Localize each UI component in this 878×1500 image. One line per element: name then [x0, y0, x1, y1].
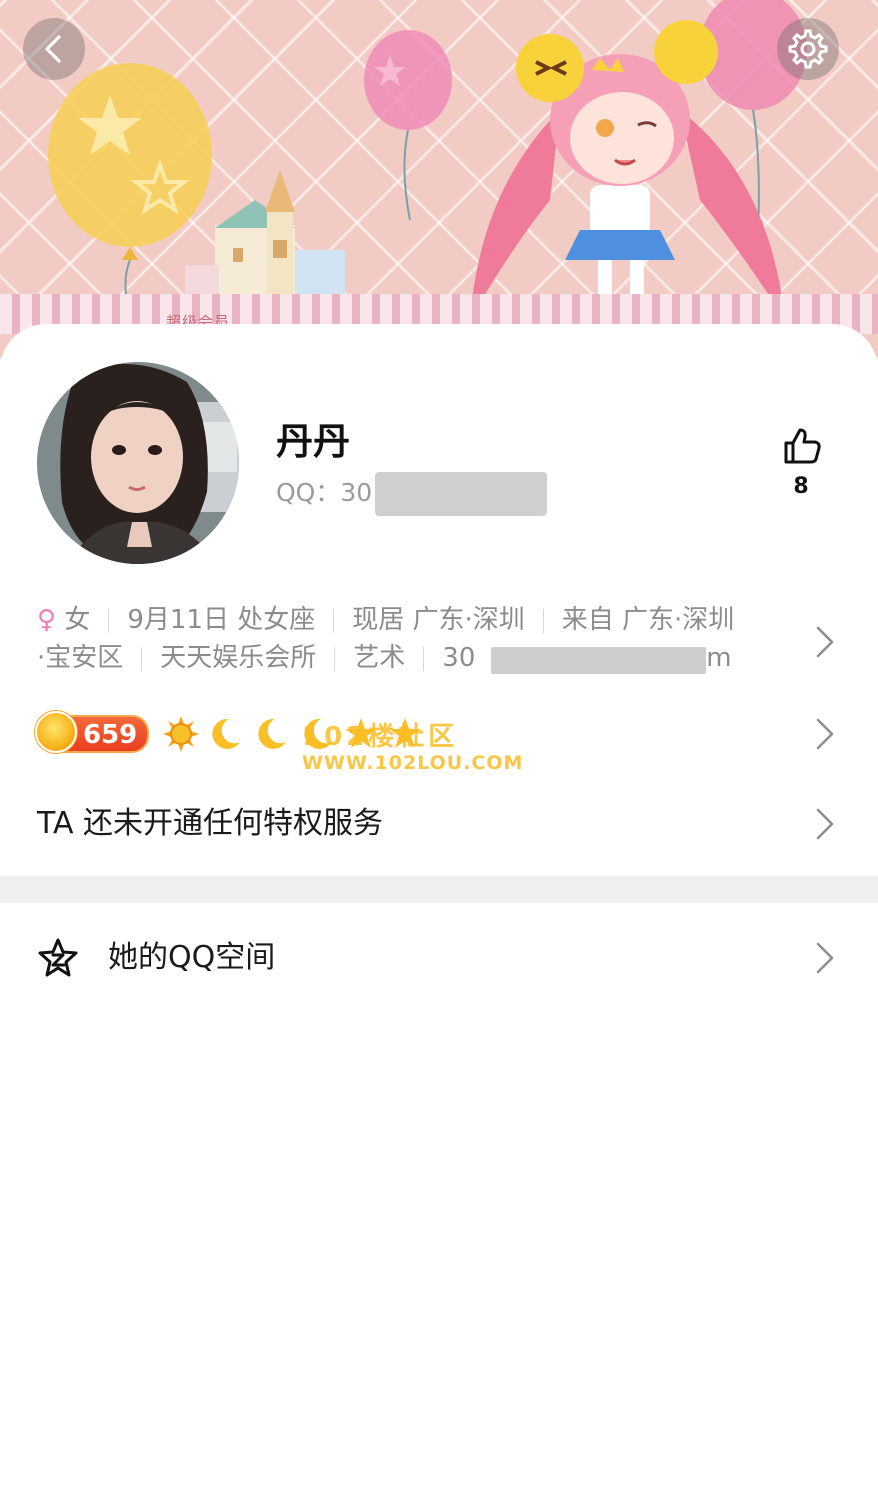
watermark-url: WWW.102LOU.COM [302, 752, 524, 774]
info-line-1: ♀ 女 9月11日 处女座 现居 广东·深圳 来自 广东·深圳 [37, 601, 777, 639]
separator [141, 646, 143, 671]
district: ·宝安区 [37, 643, 124, 673]
gender: 女 [64, 605, 91, 635]
watermark: 102楼社区 WWW.102LOU.COM [302, 722, 562, 778]
qzone-entry[interactable]: 她的QQ空间 [0, 918, 878, 998]
qq-number: QQ：30 [276, 478, 373, 507]
back-button[interactable] [23, 18, 85, 80]
current-location: 现居 广东·深圳 [352, 605, 525, 635]
email-prefix: 30 [442, 643, 476, 673]
moon-icon [212, 718, 240, 749]
section-divider [0, 876, 878, 903]
separator [334, 646, 336, 671]
separator [423, 646, 425, 671]
hometown: 来自 广东·深圳 [561, 605, 735, 635]
qq-number-mask [375, 472, 547, 516]
thumbs-up-icon [784, 428, 821, 464]
privilege-status[interactable]: TA 还未开通任何特权服务 [37, 804, 383, 844]
level-coin-icon [35, 711, 77, 753]
chevron-right-icon[interactable] [812, 624, 838, 660]
settings-button[interactable] [777, 18, 839, 80]
moon-icon [258, 718, 286, 749]
chevron-right-icon[interactable] [812, 806, 838, 842]
qzone-label: 她的QQ空间 [108, 940, 276, 975]
sun-icon [163, 716, 199, 752]
like-button[interactable] [778, 424, 826, 472]
chevron-left-icon [45, 35, 61, 63]
profile-cover-banner: 超级会员 [0, 0, 878, 360]
qzone-star-icon [38, 938, 78, 977]
separator [542, 608, 544, 633]
avatar-photo [37, 362, 239, 564]
email-mask [491, 647, 706, 674]
female-icon: ♀ [37, 605, 57, 635]
watermark-title: 102楼社区 [302, 722, 459, 752]
profile-page: 超级会员 丹丹 QQ：30 8 ♀ 女 9月11日 处女座 现居 广东·深圳 来… [0, 0, 878, 1500]
birthday: 9月11日 处女座 [127, 605, 316, 635]
gear-icon [788, 29, 828, 69]
avatar[interactable] [37, 362, 239, 564]
separator [333, 608, 335, 633]
separator [108, 608, 110, 633]
like-count: 8 [793, 474, 809, 499]
company: 天天娱乐会所 [160, 643, 317, 673]
level-value: 659 [83, 720, 138, 750]
nickname: 丹丹 [276, 420, 350, 463]
chevron-right-icon[interactable] [812, 716, 838, 752]
chevron-right-icon [816, 942, 834, 974]
anime-girl-illustration [470, 20, 785, 320]
occupation: 艺术 [353, 643, 406, 673]
castle-illustration [185, 170, 345, 300]
